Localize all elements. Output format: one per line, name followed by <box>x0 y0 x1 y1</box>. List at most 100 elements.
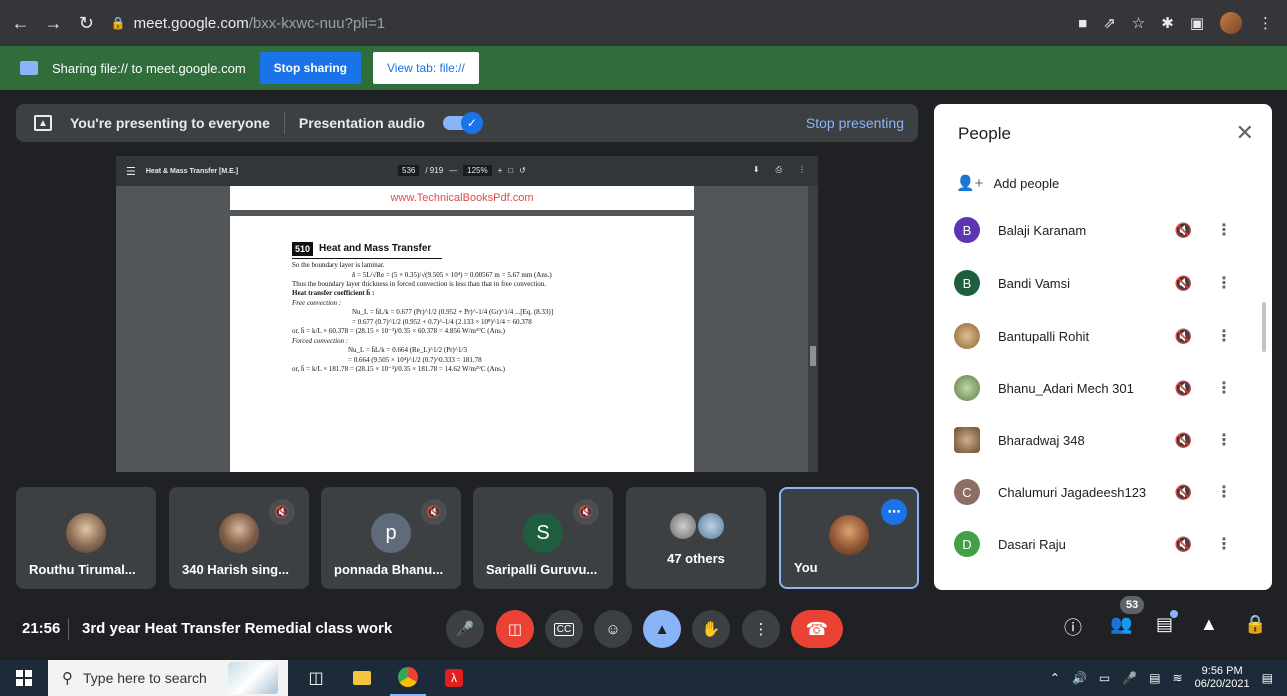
system-clock[interactable]: 9:56 PM 06/20/2021 <box>1195 665 1250 691</box>
participant-tile[interactable]: 🔇 S Saripalli Guruvu... <box>473 487 613 589</box>
side-panel-icon[interactable]: ▣ <box>1190 14 1204 32</box>
bookmark-star-icon[interactable]: ☆ <box>1132 14 1145 32</box>
extensions-icon[interactable]: ✱ <box>1161 14 1174 32</box>
participant-tile[interactable]: 🔇 340 Harish sing... <box>169 487 309 589</box>
people-icon[interactable]: 👥 <box>1110 614 1132 635</box>
presentation-audio-toggle[interactable]: ✓ <box>442 112 483 134</box>
participant-row[interactable]: B Balaji Karanam 🔇 ⋮ <box>934 204 1272 256</box>
self-name: You <box>794 560 818 575</box>
self-tile[interactable]: ⋯ You <box>779 487 919 589</box>
participant-row[interactable]: B Bandi Vamsi 🔇 ⋮ <box>934 257 1272 309</box>
share-icon[interactable]: ⇗ <box>1103 14 1116 32</box>
camera-indicator-icon[interactable]: ■ <box>1078 15 1087 32</box>
back-icon[interactable]: ← <box>8 10 33 36</box>
reload-icon[interactable]: ↻ <box>74 10 99 36</box>
participant-name: Chalumuri Jagadeesh123 <box>998 484 1147 500</box>
more-options-icon[interactable]: ⋯ <box>881 499 907 525</box>
sharing-text: Sharing file:// to meet.google.com <box>52 60 246 76</box>
pdf-page-controls: 536 / 919 — 125% + □ ↺ <box>398 165 526 176</box>
participant-tile[interactable]: 🔇 p ponnada Bhanu... <box>321 487 461 589</box>
more-vert-icon[interactable]: ⋮ <box>1216 326 1232 346</box>
acrobat-icon: λ <box>445 669 463 687</box>
present-now-button[interactable]: ▲ <box>643 610 681 648</box>
meeting-title: 3rd year Heat Transfer Remedial class wo… <box>82 620 393 637</box>
battery-icon[interactable]: ▭ <box>1099 671 1110 685</box>
participant-avatar <box>670 513 696 539</box>
view-tab-button[interactable]: View tab: file:// <box>373 52 479 84</box>
volume-icon[interactable]: 🔊 <box>1072 671 1087 685</box>
raise-hand-button[interactable]: ✋ <box>692 610 730 648</box>
stop-presenting-button[interactable]: Stop presenting <box>806 115 904 131</box>
address-bar[interactable]: 🔒 meet.google.com/bxx-kxwc-nuu?pli=1 <box>111 7 1078 39</box>
participant-row[interactable]: Bantupalli Rohit 🔇 ⋮ <box>934 310 1272 362</box>
participant-name: Bandi Vamsi <box>998 275 1071 291</box>
url-host: meet.google.com <box>133 14 249 32</box>
more-vert-icon[interactable]: ⋮ <box>1216 482 1232 502</box>
lock-icon: 🔒 <box>110 16 126 30</box>
print-icon: ⎙ <box>775 165 782 174</box>
file-explorer-button[interactable] <box>344 660 380 696</box>
people-scrollbar[interactable] <box>1262 302 1266 352</box>
participant-row[interactable]: Bharadwaj 348 🔇 ⋮ <box>934 414 1272 466</box>
browser-toolbar: ← → ↻ 🔒 meet.google.com/bxx-kxwc-nuu?pli… <box>0 0 1287 46</box>
wifi-icon[interactable]: ≋ <box>1173 671 1183 685</box>
activities-icon[interactable]: ▲ <box>1200 614 1218 635</box>
meeting-details-icon[interactable]: ⓘ <box>1064 614 1082 640</box>
more-options-button[interactable]: ⋮ <box>742 610 780 648</box>
windows-taskbar: ⚲ Type here to search ◫ λ ⌃ 🔊 ▭ 🎤 ▤ ≋ 9:… <box>0 660 1287 696</box>
participant-name: Balaji Karanam <box>998 222 1087 238</box>
microphone-icon[interactable]: 🎤 <box>1122 671 1137 685</box>
participant-tile[interactable]: Routhu Tirumal... <box>16 487 156 589</box>
add-people-button[interactable]: 👤+ Add people <box>956 174 1059 192</box>
more-vert-icon[interactable]: ⋮ <box>1216 430 1232 450</box>
pdf-page: 510 Heat and Mass Transfer So the bounda… <box>230 216 694 472</box>
participant-name: ponnada Bhanu... <box>334 562 444 577</box>
self-avatar <box>829 515 869 555</box>
profile-avatar[interactable] <box>1220 12 1242 34</box>
people-panel-title: People <box>958 124 1011 143</box>
participant-row[interactable]: Bhanu_Adari Mech 301 🔇 ⋮ <box>934 362 1272 414</box>
network-icon[interactable]: ▤ <box>1149 671 1160 685</box>
camera-off-button[interactable]: ◫ <box>496 610 534 648</box>
more-vert-icon[interactable]: ⋮ <box>1216 378 1232 398</box>
mic-button[interactable]: 🎤 <box>446 610 484 648</box>
pdf-scrollbar <box>808 186 818 472</box>
participant-avatar <box>954 427 980 453</box>
others-tile[interactable]: 47 others <box>626 487 766 589</box>
participant-row[interactable]: C Chalumuri Jagadeesh123 🔇 ⋮ <box>934 466 1272 518</box>
mic-off-icon: 🔇 <box>573 499 599 525</box>
rotate-icon: ↺ <box>519 166 526 175</box>
more-vert-icon: ⋮ <box>753 621 769 638</box>
notifications-icon[interactable]: ▤ <box>1262 671 1273 685</box>
forward-icon[interactable]: → <box>41 10 66 36</box>
show-hidden-icons-icon[interactable]: ⌃ <box>1050 671 1060 685</box>
search-placeholder: Type here to search <box>83 670 207 686</box>
pdf-equation: = 0.677 (0.7)^1/2 (0.952 + 0.7)^-1/4 (2.… <box>352 317 532 326</box>
participant-row[interactable]: D Dasari Raju 🔇 ⋮ <box>934 518 1272 570</box>
chat-icon[interactable]: ▤ <box>1156 614 1173 635</box>
more-vert-icon[interactable]: ⋮ <box>1216 273 1232 293</box>
mic-off-icon: 🔇 <box>421 499 447 525</box>
presenting-bar: ▲ You're presenting to everyone Presenta… <box>16 104 918 142</box>
pdf-equation: δ = 5L/√Re = (5 × 0.35)/√(9.505 × 10⁴) =… <box>352 270 552 279</box>
more-vert-icon[interactable]: ⋮ <box>1216 534 1232 554</box>
task-view-button[interactable]: ◫ <box>298 660 334 696</box>
reactions-button[interactable]: ☺ <box>594 610 632 648</box>
mic-off-icon: 🔇 <box>1174 483 1192 500</box>
chrome-menu-icon[interactable]: ⋮ <box>1258 14 1273 32</box>
presentation-audio-label: Presentation audio <box>298 115 425 131</box>
start-button[interactable] <box>0 660 48 696</box>
end-call-button[interactable]: ☎ <box>791 610 843 648</box>
mic-off-icon: 🔇 <box>1174 274 1192 291</box>
close-icon[interactable]: ✕ <box>1236 120 1254 146</box>
captions-button[interactable]: CC <box>545 610 583 648</box>
emoji-icon: ☺ <box>605 620 621 638</box>
taskbar-search[interactable]: ⚲ Type here to search <box>48 660 288 696</box>
stop-sharing-button[interactable]: Stop sharing <box>259 52 362 84</box>
host-controls-icon[interactable]: 🔒 <box>1244 614 1266 635</box>
more-vert-icon[interactable]: ⋮ <box>1216 220 1232 240</box>
participant-avatar <box>66 513 106 553</box>
pdf-zoom: 125% <box>463 165 492 176</box>
chrome-taskbar-button[interactable] <box>390 660 426 696</box>
acrobat-taskbar-button[interactable]: λ <box>436 660 472 696</box>
